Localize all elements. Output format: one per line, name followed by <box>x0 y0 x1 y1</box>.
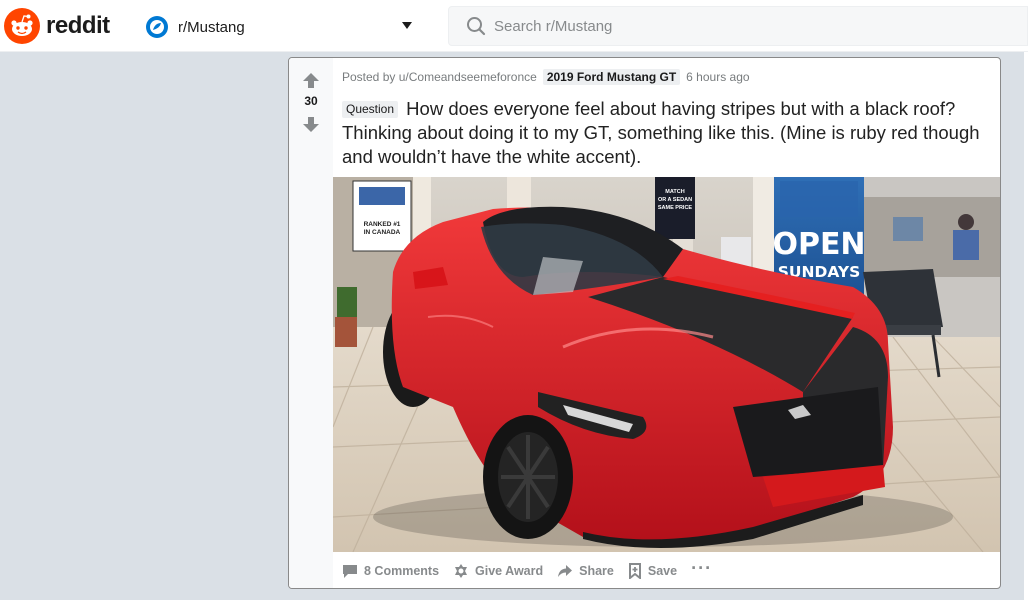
post-title-block: Question How does everyone feel about ha… <box>342 97 994 169</box>
small-sign-text: MATCH <box>665 189 684 195</box>
save-button[interactable]: Save <box>628 563 677 579</box>
search-input[interactable] <box>494 17 1014 35</box>
logo-wordmark: reddit <box>46 12 110 39</box>
community-name: r/Mustang <box>178 18 245 36</box>
share-label: Share <box>579 564 614 578</box>
chevron-down-icon <box>402 22 412 29</box>
post-timestamp[interactable]: 6 hours ago <box>686 70 749 84</box>
page-edge <box>1024 52 1028 600</box>
give-award-button[interactable]: Give Award <box>453 563 543 579</box>
post-actions: 8 Comments Give Award Share Save ··· <box>342 558 726 584</box>
share-button[interactable]: Share <box>557 563 614 579</box>
sign-text-open: OPEN <box>772 227 865 262</box>
author-link[interactable]: u/Comeandseemeforonce <box>399 70 537 84</box>
reddit-alien-icon <box>4 8 40 44</box>
downvote-arrow-icon[interactable] <box>302 115 320 133</box>
community-dropdown[interactable]: r/Mustang <box>138 10 420 44</box>
post-image[interactable]: RANKED #1 IN CANADA OPEN SUNDAYS MATCH O… <box>333 177 1000 552</box>
post-card[interactable]: 30 Posted by u/Comeandseemeforonce 2019 … <box>288 57 1001 589</box>
post-title[interactable]: How does everyone feel about having stri… <box>342 98 980 167</box>
vote-column: 30 <box>289 58 333 588</box>
poster-text-canada: IN CANADA <box>364 229 401 236</box>
small-sign-text: OR A SEDAN <box>658 197 692 203</box>
comment-icon <box>343 565 357 578</box>
give-award-label: Give Award <box>475 564 544 578</box>
poster-text-ranked: RANKED #1 <box>364 221 401 228</box>
posted-by-label: Posted by <box>342 70 396 84</box>
link-flair[interactable]: Question <box>342 101 399 118</box>
reddit-logo[interactable]: reddit <box>4 8 110 44</box>
mustang-photo: RANKED #1 IN CANADA OPEN SUNDAYS MATCHOR… <box>333 177 1000 552</box>
top-header: reddit r/Mustang <box>0 0 1028 52</box>
search-bar <box>448 6 1028 46</box>
search-icon <box>467 17 486 36</box>
upvote-arrow-icon[interactable] <box>302 72 320 90</box>
award-icon <box>455 564 468 578</box>
comments-label: 8 Comments <box>364 564 440 578</box>
share-icon <box>558 565 573 577</box>
comments-button[interactable]: 8 Comments <box>342 563 439 579</box>
post-meta: Posted by u/Comeandseemeforonce 2019 For… <box>342 68 750 86</box>
more-options-icon[interactable]: ··· <box>691 558 712 579</box>
vote-count: 30 <box>304 94 318 108</box>
user-flair: 2019 Ford Mustang GT <box>542 69 681 85</box>
small-sign-text: SAME PRICE <box>658 205 693 211</box>
save-label: Save <box>647 564 678 578</box>
mustang-community-icon <box>146 16 168 38</box>
bookmark-icon <box>628 563 641 579</box>
